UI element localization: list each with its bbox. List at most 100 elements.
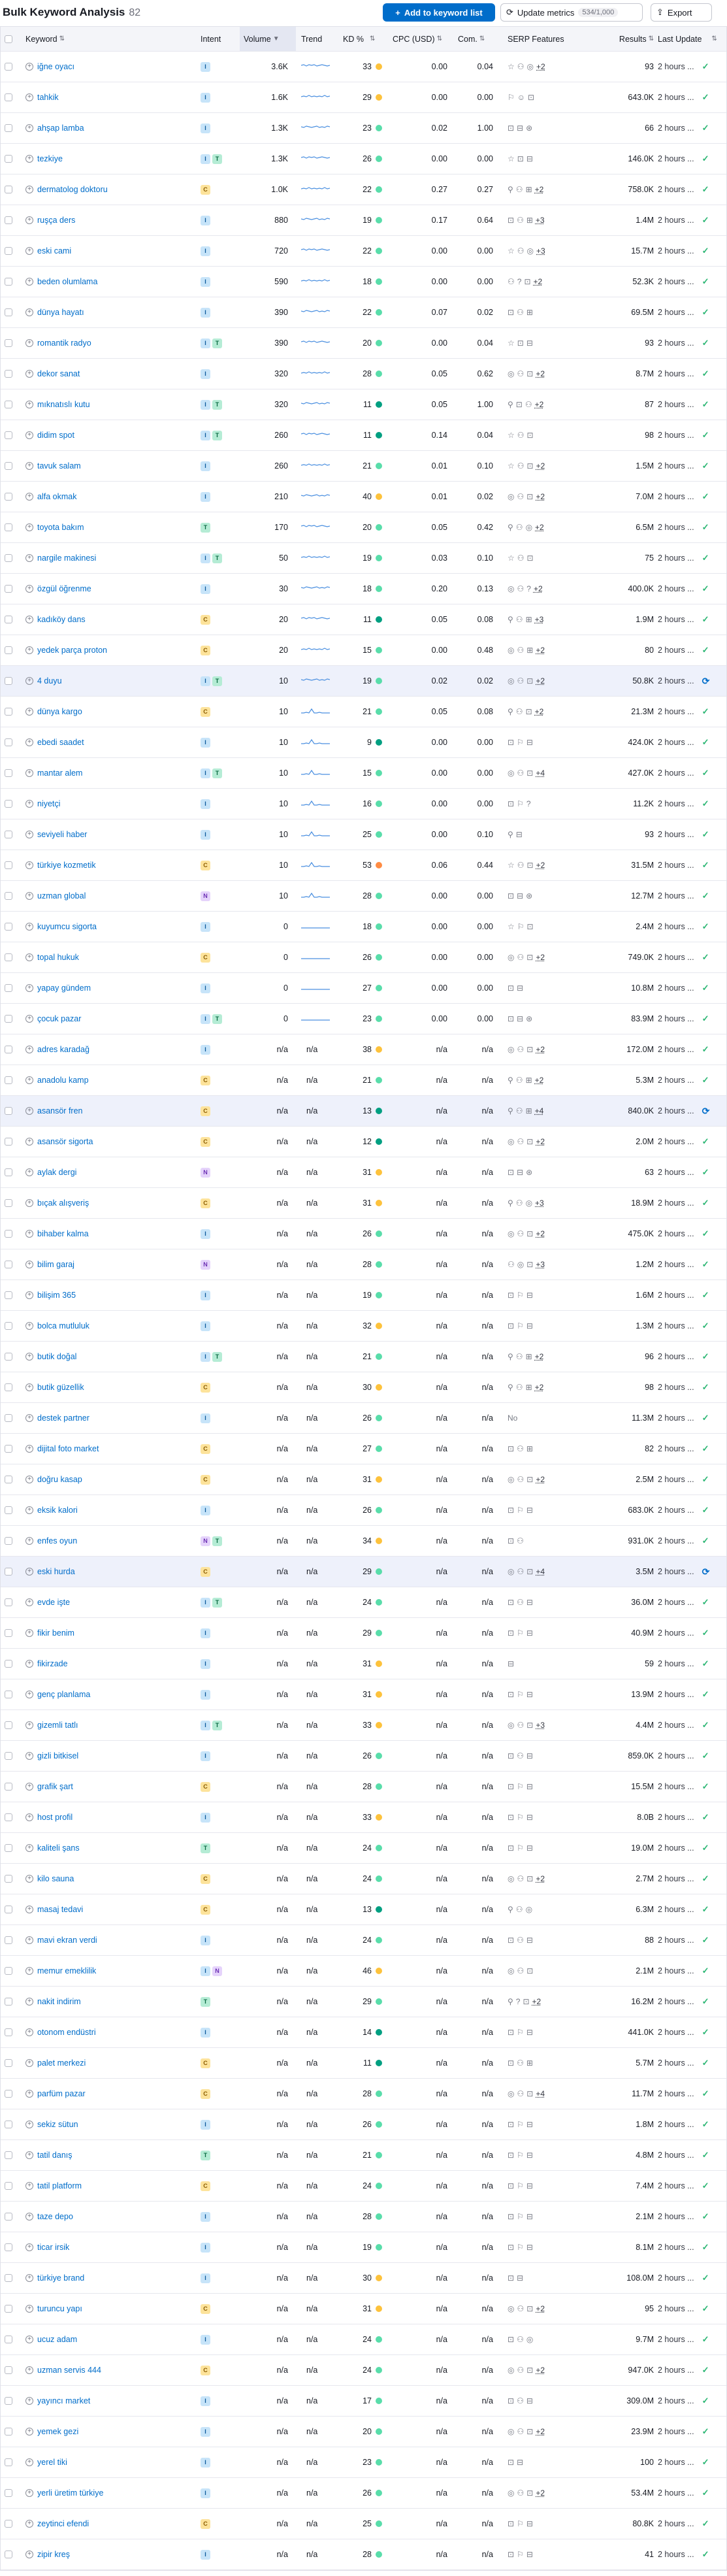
row-checkbox[interactable] bbox=[5, 2213, 12, 2221]
column-intent[interactable]: Intent bbox=[201, 27, 241, 51]
row-checkbox[interactable] bbox=[5, 308, 12, 316]
add-keyword-icon[interactable]: + bbox=[25, 2243, 33, 2251]
add-keyword-icon[interactable]: + bbox=[25, 2213, 33, 2221]
keyword-link[interactable]: eksik kalori bbox=[37, 1506, 78, 1515]
row-checkbox-cell[interactable] bbox=[5, 1526, 18, 1556]
add-keyword-icon[interactable]: + bbox=[25, 1168, 33, 1176]
add-keyword-icon[interactable]: + bbox=[25, 2520, 33, 2528]
add-keyword-icon[interactable]: + bbox=[25, 1967, 33, 1975]
row-checkbox[interactable] bbox=[5, 892, 12, 900]
row-checkbox[interactable] bbox=[5, 1721, 12, 1729]
keyword-link[interactable]: tavuk salam bbox=[37, 461, 81, 471]
keyword-link[interactable]: gizli bitkisel bbox=[37, 1751, 78, 1760]
keyword-cell[interactable]: + ticar irsik bbox=[25, 2232, 195, 2262]
row-checkbox[interactable] bbox=[5, 1875, 12, 1883]
keyword-cell[interactable]: + doğru kasap bbox=[25, 1464, 195, 1494]
column-results[interactable]: Results ⇅ bbox=[599, 27, 654, 51]
row-checkbox[interactable] bbox=[5, 1568, 12, 1576]
keyword-link[interactable]: anadolu kamp bbox=[37, 1076, 89, 1085]
row-checkbox[interactable] bbox=[5, 2305, 12, 2313]
add-keyword-icon[interactable]: + bbox=[25, 523, 33, 531]
add-keyword-icon[interactable]: + bbox=[25, 738, 33, 746]
row-checkbox[interactable] bbox=[5, 1353, 12, 1361]
keyword-link[interactable]: mantar alem bbox=[37, 768, 82, 778]
add-keyword-icon[interactable]: + bbox=[25, 2458, 33, 2466]
serp-more-link[interactable]: +2 bbox=[536, 1874, 545, 1883]
keyword-cell[interactable]: + özgül öğrenme bbox=[25, 574, 195, 604]
row-checkbox-cell[interactable] bbox=[5, 942, 18, 972]
serp-more-link[interactable]: +2 bbox=[534, 277, 543, 286]
keyword-cell[interactable]: + kuyumcu sigorta bbox=[25, 912, 195, 942]
keyword-cell[interactable]: + niyetçi bbox=[25, 789, 195, 819]
row-checkbox-cell[interactable] bbox=[5, 881, 18, 911]
row-checkbox-cell[interactable] bbox=[5, 451, 18, 481]
row-checkbox[interactable] bbox=[5, 984, 12, 992]
add-keyword-icon[interactable]: + bbox=[25, 1107, 33, 1115]
keyword-cell[interactable]: + romantik radyo bbox=[25, 328, 195, 358]
row-checkbox-cell[interactable] bbox=[5, 635, 18, 665]
keyword-link[interactable]: eski hurda bbox=[37, 1567, 75, 1576]
keyword-cell[interactable]: + dekor sanat bbox=[25, 359, 195, 389]
row-checkbox[interactable] bbox=[5, 1537, 12, 1545]
keyword-link[interactable]: zipir kreş bbox=[37, 2550, 70, 2559]
keyword-cell[interactable]: + dijital foto market bbox=[25, 1434, 195, 1464]
row-checkbox-cell[interactable] bbox=[5, 1864, 18, 1894]
keyword-link[interactable]: tezkiye bbox=[37, 154, 63, 163]
row-checkbox[interactable] bbox=[5, 1199, 12, 1207]
keyword-cell[interactable]: + eksik kalori bbox=[25, 1495, 195, 1525]
add-keyword-icon[interactable]: + bbox=[25, 1752, 33, 1760]
add-keyword-icon[interactable]: + bbox=[25, 1813, 33, 1821]
add-keyword-icon[interactable]: + bbox=[25, 216, 33, 224]
serp-more-link[interactable]: +2 bbox=[536, 953, 545, 962]
serp-more-link[interactable]: +2 bbox=[532, 1997, 541, 2006]
serp-more-link[interactable]: +2 bbox=[535, 185, 544, 194]
keyword-link[interactable]: özgül öğrenme bbox=[37, 584, 91, 593]
keyword-link[interactable]: mıknatıslı kutu bbox=[37, 400, 90, 409]
row-checkbox-cell[interactable] bbox=[5, 1956, 18, 1986]
keyword-link[interactable]: enfes oyun bbox=[37, 1536, 77, 1545]
row-checkbox-cell[interactable] bbox=[5, 2140, 18, 2170]
row-checkbox[interactable] bbox=[5, 1476, 12, 1483]
keyword-cell[interactable]: + yerel tiki bbox=[25, 2447, 195, 2477]
row-checkbox[interactable] bbox=[5, 2336, 12, 2343]
row-checkbox[interactable] bbox=[5, 1107, 12, 1115]
keyword-link[interactable]: kaliteli şans bbox=[37, 1843, 80, 1853]
row-checkbox[interactable] bbox=[5, 2028, 12, 2036]
keyword-link[interactable]: kilo sauna bbox=[37, 1874, 74, 1883]
row-checkbox-cell[interactable] bbox=[5, 2048, 18, 2078]
keyword-link[interactable]: otonom endüstri bbox=[37, 2028, 96, 2037]
row-checkbox-cell[interactable] bbox=[5, 1618, 18, 1648]
row-checkbox-cell[interactable] bbox=[5, 1219, 18, 1249]
add-keyword-icon[interactable]: + bbox=[25, 493, 33, 501]
row-checkbox-cell[interactable] bbox=[5, 850, 18, 880]
keyword-link[interactable]: dermatolog doktoru bbox=[37, 185, 108, 194]
keyword-link[interactable]: bilim garaj bbox=[37, 1260, 74, 1269]
row-checkbox-cell[interactable] bbox=[5, 82, 18, 112]
row-checkbox-cell[interactable] bbox=[5, 2539, 18, 2569]
row-checkbox[interactable] bbox=[5, 1445, 12, 1453]
add-keyword-icon[interactable]: + bbox=[25, 1998, 33, 2006]
add-keyword-icon[interactable]: + bbox=[25, 124, 33, 132]
row-checkbox[interactable] bbox=[5, 1844, 12, 1852]
export-button[interactable]: ⇪ Export bbox=[651, 3, 712, 22]
add-keyword-icon[interactable]: + bbox=[25, 1015, 33, 1023]
keyword-link[interactable]: asansör fren bbox=[37, 1106, 82, 1115]
row-checkbox-cell[interactable] bbox=[5, 2263, 18, 2293]
row-checkbox-cell[interactable] bbox=[5, 604, 18, 635]
keyword-link[interactable]: ebedi saadet bbox=[37, 738, 84, 747]
add-keyword-icon[interactable]: + bbox=[25, 401, 33, 408]
keyword-link[interactable]: ticar irsik bbox=[37, 2243, 69, 2252]
add-keyword-icon[interactable]: + bbox=[25, 677, 33, 685]
keyword-cell[interactable]: + asansör fren bbox=[25, 1096, 195, 1126]
keyword-cell[interactable]: + yayıncı market bbox=[25, 2386, 195, 2416]
keyword-cell[interactable]: + bolca mutluluk bbox=[25, 1311, 195, 1341]
row-checkbox-cell[interactable] bbox=[5, 2171, 18, 2201]
keyword-link[interactable]: yemek gezi bbox=[37, 2427, 78, 2436]
serp-more-link[interactable]: +4 bbox=[536, 2089, 545, 2098]
column-last-update[interactable]: Last Update ⇅ bbox=[655, 27, 726, 51]
row-checkbox-cell[interactable] bbox=[5, 1649, 18, 1679]
add-keyword-icon[interactable]: + bbox=[25, 1506, 33, 1514]
add-keyword-icon[interactable]: + bbox=[25, 431, 33, 439]
add-keyword-icon[interactable]: + bbox=[25, 1322, 33, 1330]
row-checkbox[interactable] bbox=[5, 769, 12, 777]
